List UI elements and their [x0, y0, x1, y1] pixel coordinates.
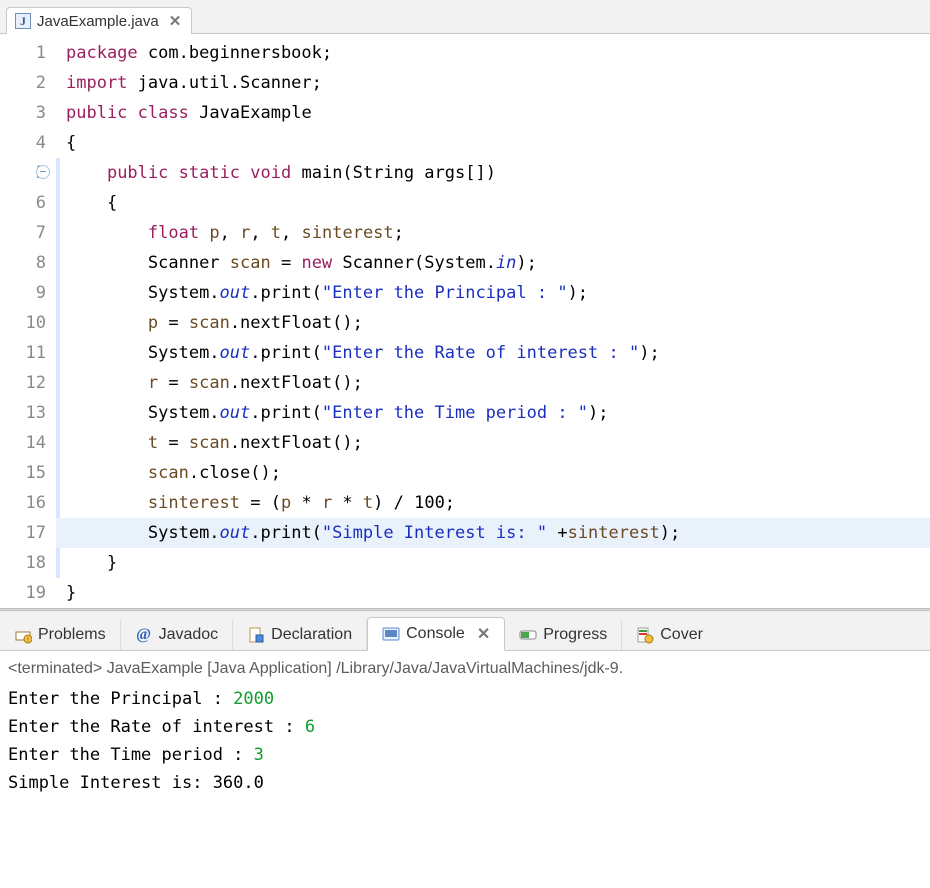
- code-line[interactable]: p = scan.nextFloat();: [56, 308, 930, 338]
- tab-label: Console: [406, 625, 465, 643]
- line-number: 8: [16, 248, 46, 278]
- line-number-gutter: 12345−678910111213141516171819: [0, 38, 56, 608]
- code-line[interactable]: {: [56, 188, 930, 218]
- code-line[interactable]: System.out.print("Enter the Principal : …: [56, 278, 930, 308]
- line-number: 6: [16, 188, 46, 218]
- console-line: Enter the Principal : 2000: [8, 685, 922, 713]
- javadoc-icon: @: [135, 626, 153, 644]
- tab-label: Progress: [543, 626, 607, 644]
- code-line[interactable]: public class JavaExample: [56, 98, 930, 128]
- code-line[interactable]: scan.close();: [56, 458, 930, 488]
- code-line[interactable]: System.out.print("Enter the Rate of inte…: [56, 338, 930, 368]
- code-line[interactable]: System.out.print("Simple Interest is: " …: [56, 518, 930, 548]
- line-number: 14: [16, 428, 46, 458]
- line-number: 15: [16, 458, 46, 488]
- tab-label: Declaration: [271, 626, 352, 644]
- code-line[interactable]: {: [56, 128, 930, 158]
- java-file-icon: J: [15, 13, 31, 29]
- tab-javadoc[interactable]: @ Javadoc: [121, 620, 234, 650]
- line-number: 16: [16, 488, 46, 518]
- line-number: 4: [16, 128, 46, 158]
- code-line[interactable]: float p, r, t, sinterest;: [56, 218, 930, 248]
- line-number: 5−: [16, 158, 46, 188]
- code-line[interactable]: }: [56, 578, 930, 608]
- tab-label: Problems: [38, 626, 106, 644]
- console-line: Enter the Time period : 3: [8, 741, 922, 769]
- tab-label: Javadoc: [159, 626, 219, 644]
- tab-declaration[interactable]: Declaration: [233, 620, 367, 650]
- line-number: 3: [16, 98, 46, 128]
- panel-tabbar: ! Problems @ Javadoc Declaration Console…: [0, 611, 930, 651]
- code-line[interactable]: r = scan.nextFloat();: [56, 368, 930, 398]
- tab-coverage[interactable]: Cover: [622, 620, 717, 650]
- console-line: Enter the Rate of interest : 6: [8, 713, 922, 741]
- close-icon[interactable]: ✕: [471, 624, 490, 644]
- coverage-icon: [636, 626, 654, 644]
- close-icon[interactable]: ✕: [165, 12, 182, 30]
- code-line[interactable]: public static void main(String args[]): [56, 158, 930, 188]
- code-line[interactable]: sinterest = (p * r * t) / 100;: [56, 488, 930, 518]
- file-tab-javaexample[interactable]: J JavaExample.java ✕: [6, 7, 192, 34]
- line-number: 12: [16, 368, 46, 398]
- console-icon: [382, 625, 400, 643]
- code-line[interactable]: package com.beginnersbook;: [56, 38, 930, 68]
- tab-progress[interactable]: Progress: [505, 620, 622, 650]
- line-number: 2: [16, 68, 46, 98]
- progress-icon: [519, 626, 537, 644]
- tab-problems[interactable]: ! Problems: [0, 620, 121, 650]
- fold-toggle-icon[interactable]: −: [36, 165, 50, 179]
- line-number: 19: [16, 578, 46, 608]
- code-line[interactable]: }: [56, 548, 930, 578]
- code-content[interactable]: package com.beginnersbook;import java.ut…: [56, 38, 930, 608]
- declaration-icon: [247, 626, 265, 644]
- console-output: Enter the Principal : 2000Enter the Rate…: [8, 685, 922, 797]
- console-panel[interactable]: <terminated> JavaExample [Java Applicati…: [0, 651, 930, 809]
- line-number: 11: [16, 338, 46, 368]
- console-status: <terminated> JavaExample [Java Applicati…: [8, 655, 922, 685]
- code-editor[interactable]: 12345−678910111213141516171819 package c…: [0, 34, 930, 608]
- problems-icon: !: [14, 626, 32, 644]
- tab-label: Cover: [660, 626, 703, 644]
- line-number: 9: [16, 278, 46, 308]
- code-line[interactable]: import java.util.Scanner;: [56, 68, 930, 98]
- line-number: 18: [16, 548, 46, 578]
- line-number: 10: [16, 308, 46, 338]
- line-number: 17: [16, 518, 46, 548]
- svg-text:!: !: [27, 637, 29, 644]
- line-number: 13: [16, 398, 46, 428]
- code-line[interactable]: t = scan.nextFloat();: [56, 428, 930, 458]
- line-number: 7: [16, 218, 46, 248]
- code-line[interactable]: Scanner scan = new Scanner(System.in);: [56, 248, 930, 278]
- file-tab-label: JavaExample.java: [37, 13, 159, 30]
- tab-console[interactable]: Console ✕: [367, 617, 505, 651]
- editor-tabbar: J JavaExample.java ✕: [0, 0, 930, 34]
- code-line[interactable]: System.out.print("Enter the Time period …: [56, 398, 930, 428]
- line-number: 1: [16, 38, 46, 68]
- console-line: Simple Interest is: 360.0: [8, 769, 922, 797]
